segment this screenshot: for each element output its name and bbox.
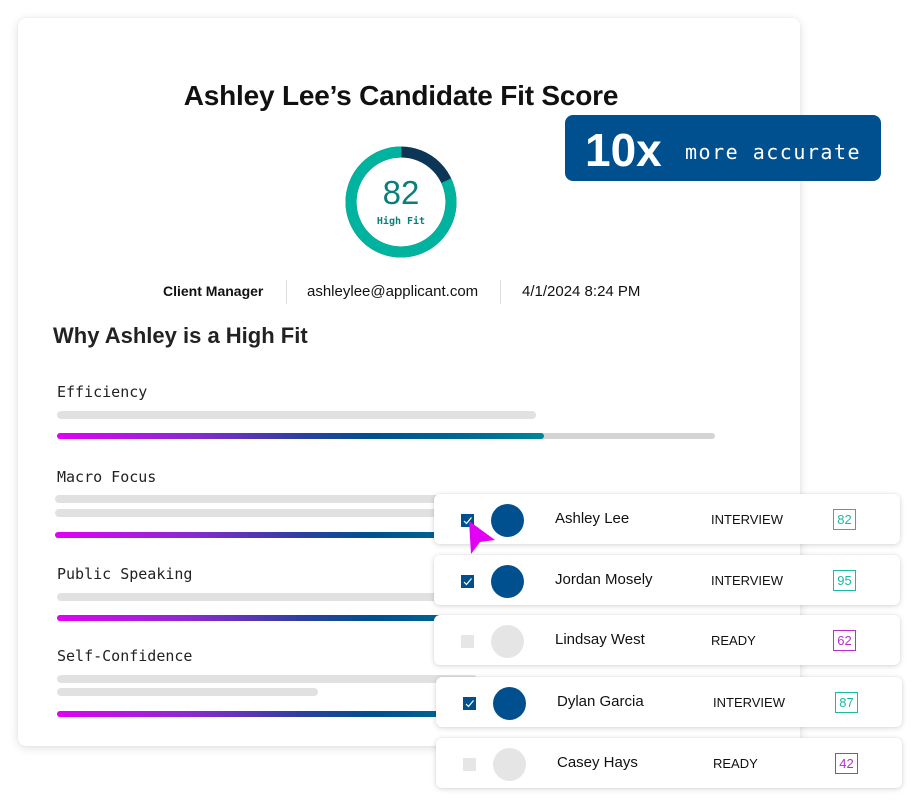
candidate-row[interactable]: Jordan Mosely INTERVIEW 95 bbox=[434, 555, 900, 605]
why-section-title: Why Ashley is a High Fit bbox=[53, 323, 308, 348]
candidate-checkbox[interactable] bbox=[461, 575, 474, 588]
text-placeholder-line bbox=[57, 688, 318, 696]
avatar bbox=[493, 687, 526, 720]
trait-label: Public Speaking bbox=[57, 565, 193, 583]
trait-progress-fill bbox=[57, 711, 492, 717]
candidate-status: INTERVIEW bbox=[713, 695, 785, 710]
meta-divider bbox=[286, 280, 287, 304]
candidate-score-badge: 87 bbox=[835, 692, 858, 713]
candidate-score-badge: 82 bbox=[833, 509, 856, 530]
fit-label: High Fit bbox=[376, 216, 426, 227]
candidate-row[interactable]: Dylan Garcia INTERVIEW 87 bbox=[436, 677, 902, 727]
candidate-name: Ashley Lee bbox=[555, 510, 630, 527]
candidate-row[interactable]: Ashley Lee INTERVIEW 82 bbox=[434, 494, 900, 544]
page-title: Ashley Lee’s Candidate Fit Score bbox=[183, 80, 619, 111]
accuracy-multiplier: 10x bbox=[585, 124, 662, 176]
candidate-status: INTERVIEW bbox=[711, 512, 783, 527]
candidate-name: Jordan Mosely bbox=[555, 571, 653, 588]
candidate-meta: Client Manager ashleylee@applicant.com 4… bbox=[18, 280, 800, 308]
candidate-row[interactable]: Casey Hays READY 42 bbox=[436, 738, 902, 788]
text-placeholder-line bbox=[55, 495, 475, 503]
candidate-checkbox[interactable] bbox=[463, 697, 476, 710]
checkmark-icon bbox=[463, 578, 472, 586]
avatar bbox=[491, 565, 524, 598]
avatar bbox=[493, 748, 526, 781]
accuracy-text: more accurate bbox=[685, 140, 862, 164]
trait-progress-fill bbox=[57, 433, 544, 439]
candidate-checkbox[interactable] bbox=[463, 758, 476, 771]
meta-divider bbox=[500, 280, 501, 304]
candidate-score-badge: 42 bbox=[835, 753, 858, 774]
checkmark-icon bbox=[465, 700, 474, 708]
trait-progress-track bbox=[57, 433, 715, 439]
accuracy-badge: 10x more accurate bbox=[565, 115, 881, 181]
candidate-row[interactable]: Lindsay West READY 62 bbox=[434, 615, 900, 665]
candidate-name: Dylan Garcia bbox=[557, 693, 644, 710]
trait-label: Macro Focus bbox=[57, 468, 157, 486]
trait-progress-fill bbox=[55, 532, 437, 538]
text-placeholder-line bbox=[57, 593, 477, 601]
trait-label: Efficiency bbox=[57, 383, 148, 401]
text-placeholder-line bbox=[55, 509, 475, 517]
candidate-score-badge: 62 bbox=[833, 630, 856, 651]
fit-score-value: 82 bbox=[382, 174, 420, 211]
candidate-email[interactable]: ashleylee@applicant.com bbox=[307, 283, 478, 300]
candidate-role: Client Manager bbox=[163, 283, 264, 299]
candidate-name: Casey Hays bbox=[557, 754, 638, 771]
text-placeholder-line bbox=[57, 411, 536, 419]
candidate-status: READY bbox=[713, 756, 758, 771]
mouse-cursor-icon bbox=[469, 521, 495, 554]
text-placeholder-line bbox=[57, 675, 477, 683]
avatar bbox=[491, 625, 524, 658]
candidate-name: Lindsay West bbox=[555, 631, 645, 648]
trait-label: Self-Confidence bbox=[57, 647, 193, 665]
fit-score-gauge: 82 High Fit bbox=[345, 146, 457, 258]
candidate-status: INTERVIEW bbox=[711, 573, 783, 588]
candidate-timestamp: 4/1/2024 8:24 PM bbox=[522, 283, 641, 300]
candidate-checkbox[interactable] bbox=[461, 635, 474, 648]
candidate-score-badge: 95 bbox=[833, 570, 856, 591]
candidate-status: READY bbox=[711, 633, 756, 648]
